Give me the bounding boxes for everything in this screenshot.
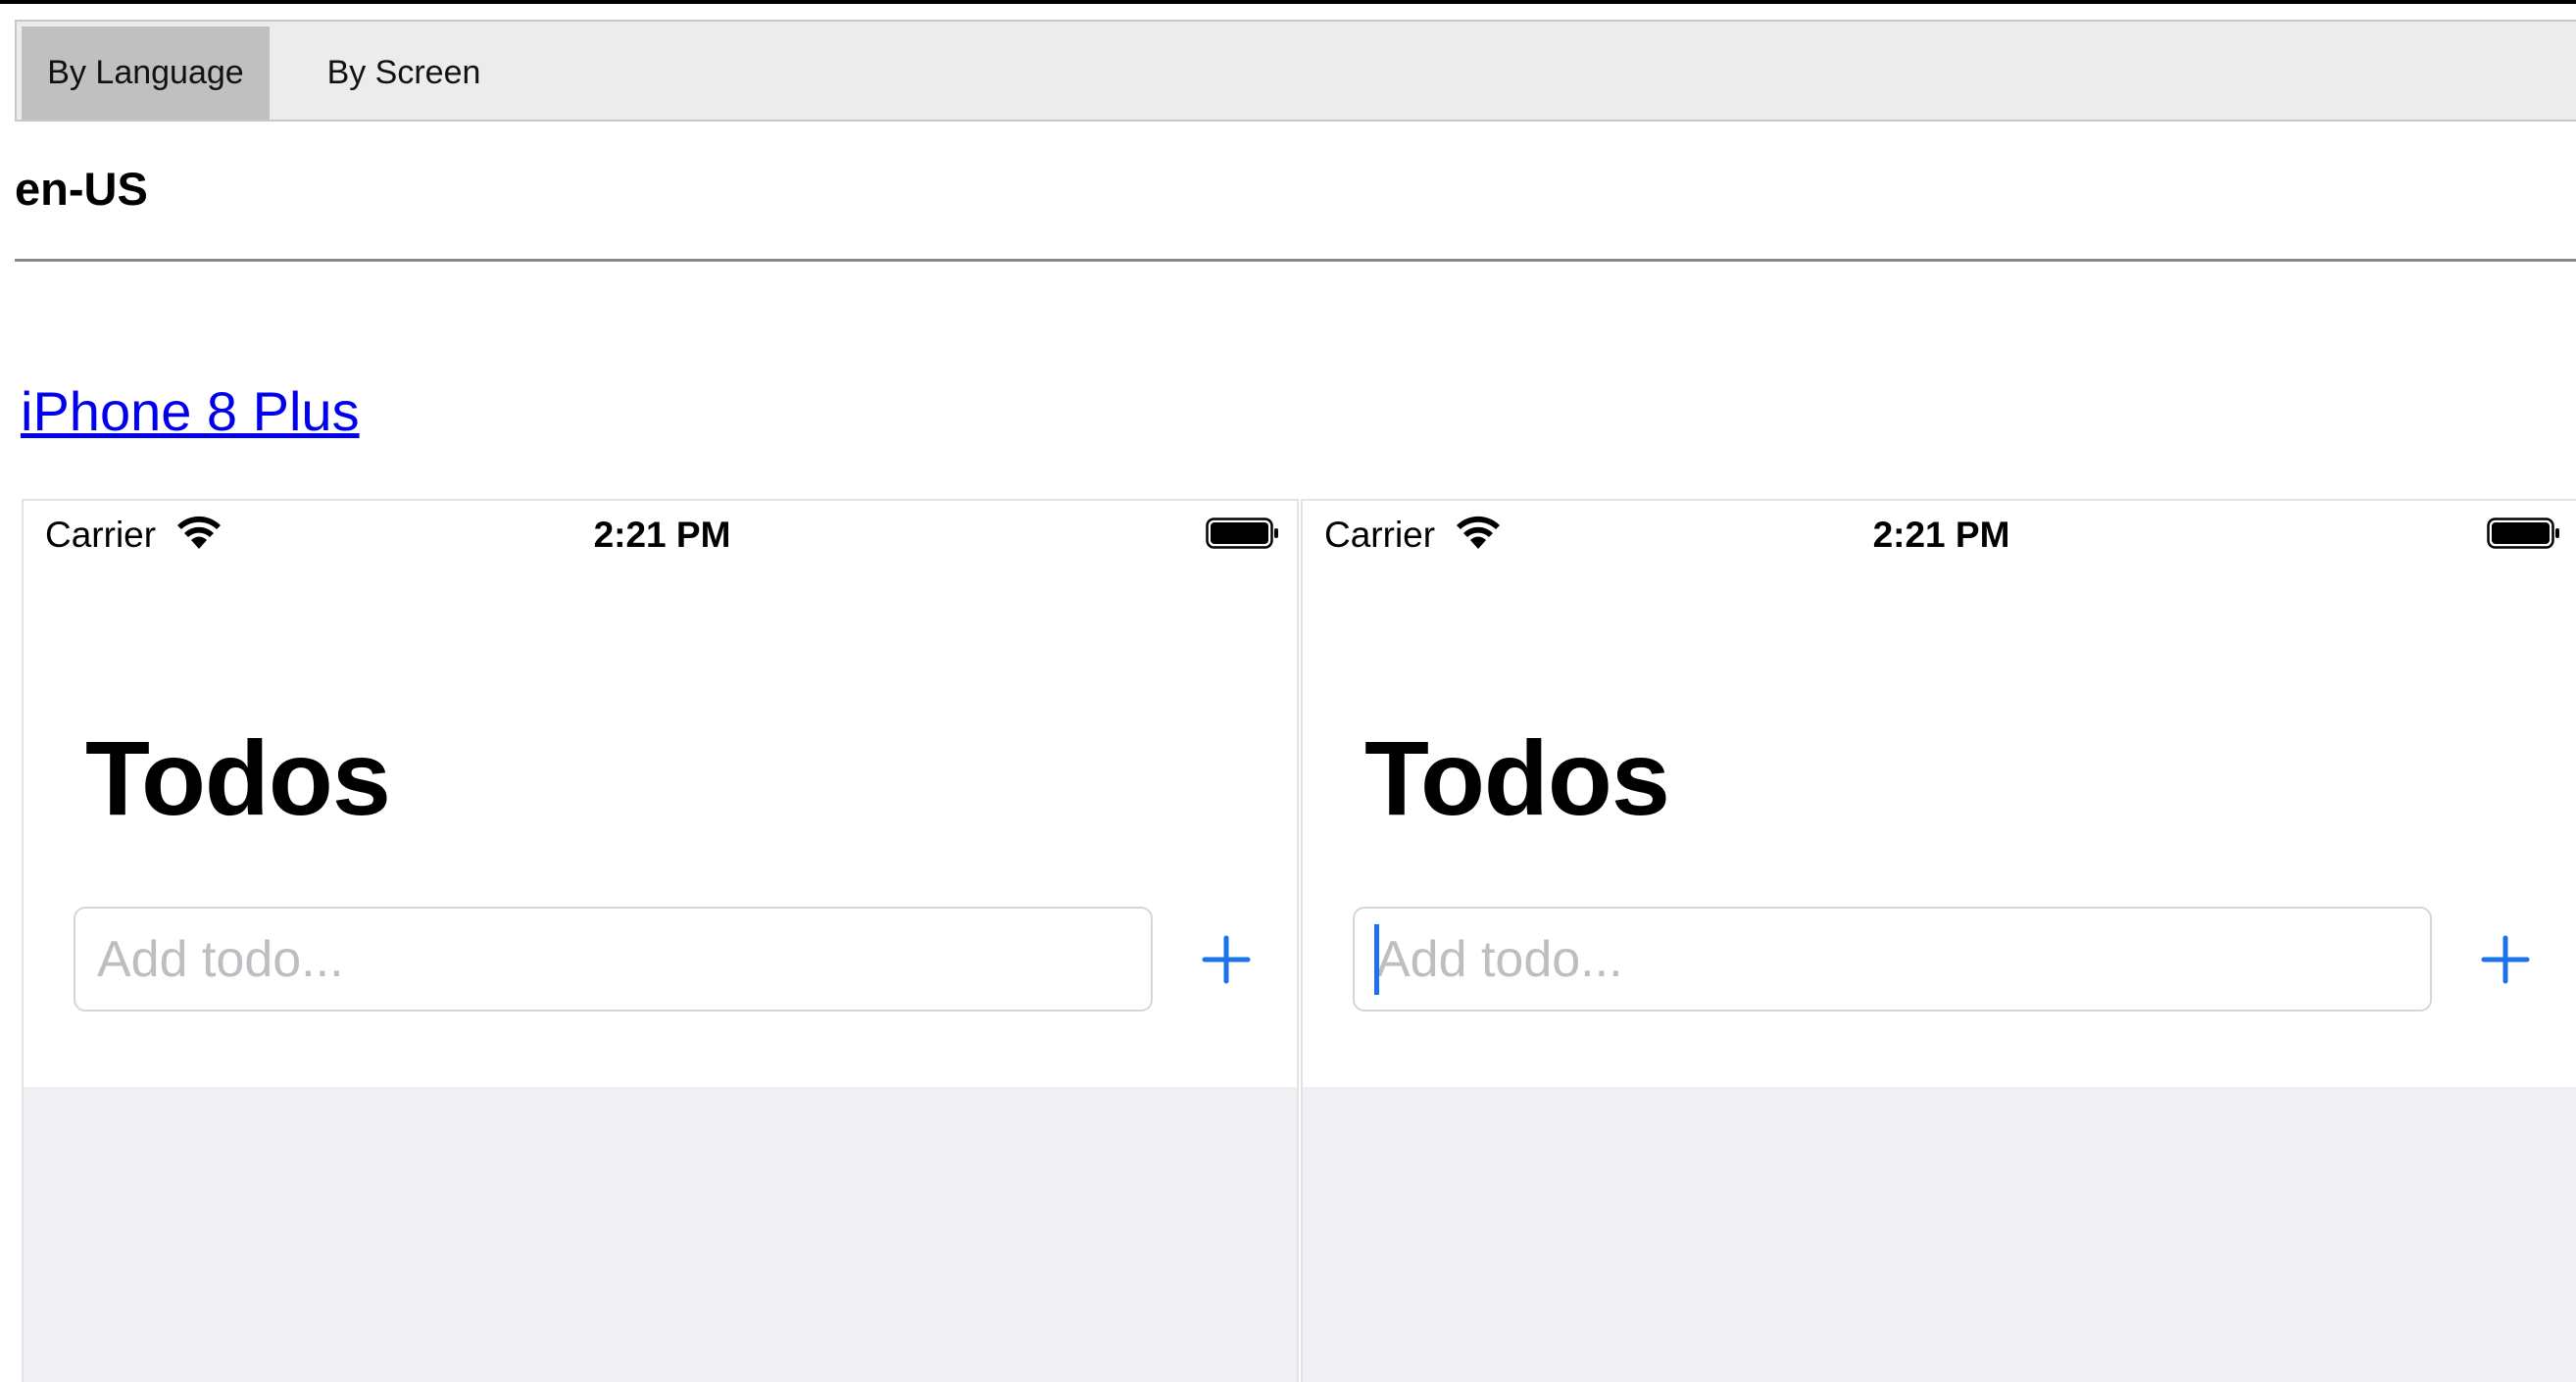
section-divider (15, 259, 2576, 262)
screen-content: Carrier 2:21 PM Todos (24, 501, 1297, 1087)
add-todo-input[interactable] (74, 907, 1153, 1012)
screen-title: Todos (1364, 718, 1670, 837)
language-heading: en-US (15, 163, 148, 215)
view-mode-tabbar: By Language By Screen (15, 20, 2576, 122)
tab-by-screen[interactable]: By Screen (293, 26, 515, 120)
plus-icon[interactable] (1191, 924, 1262, 995)
status-time: 2:21 PM (593, 515, 731, 555)
battery-icon (2487, 518, 2559, 549)
tab-label: By Language (47, 54, 244, 91)
tab-label: By Screen (326, 54, 481, 91)
status-time: 2:21 PM (1872, 515, 2010, 555)
screenshot-frame: Carrier 2:21 PM Todos (1301, 499, 2576, 1382)
add-todo-input[interactable] (1353, 907, 2432, 1012)
battery-icon (1206, 518, 1278, 549)
plus-icon[interactable] (2470, 924, 2541, 995)
screen-content: Carrier 2:21 PM Todos (1303, 501, 2576, 1087)
screen-title: Todos (85, 718, 391, 837)
tab-by-language[interactable]: By Language (22, 26, 270, 120)
device-link[interactable]: iPhone 8 Plus (21, 379, 360, 443)
text-cursor (1374, 924, 1379, 995)
screenshot-frame: Carrier 2:21 PM Todos (22, 499, 1299, 1382)
window-top-border (0, 0, 2576, 4)
